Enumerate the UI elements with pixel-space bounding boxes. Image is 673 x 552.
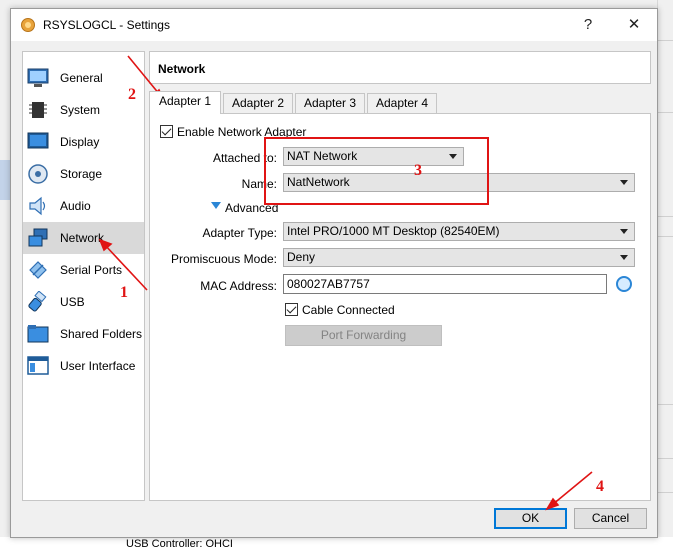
sidebar-item-label: Audio — [60, 199, 91, 213]
cable-connected-checkbox[interactable] — [285, 303, 298, 316]
annotation-number-4: 4 — [596, 478, 604, 495]
cable-connected-label: Cable Connected — [302, 303, 395, 317]
settings-dialog: RSYSLOGCL - Settings ? ✕ General System … — [10, 8, 658, 538]
chevron-down-icon — [449, 154, 457, 159]
sidebar-item-label: General — [60, 71, 103, 85]
close-button[interactable]: ✕ — [611, 9, 657, 41]
background-window-right — [657, 0, 673, 552]
sidebar-item-label: System — [60, 103, 101, 117]
speaker-icon — [29, 196, 46, 216]
virtualbox-icon — [21, 18, 35, 32]
sidebar-item-network[interactable]: Network — [23, 222, 144, 254]
sidebar-item-audio[interactable]: Audio — [23, 190, 144, 222]
sidebar-item-label: Display — [60, 135, 100, 149]
window-title: RSYSLOGCL - Settings — [43, 18, 170, 32]
network-name-select[interactable]: NatNetwork — [283, 173, 635, 192]
enable-adapter-label: Enable Network Adapter — [177, 125, 307, 139]
sidebar-item-user-interface[interactable]: User Interface — [23, 350, 144, 382]
tab-adapter-4[interactable]: Adapter 4 — [367, 93, 437, 113]
annotation-number-1: 1 — [120, 284, 128, 301]
name-label: Name: — [241, 177, 277, 191]
chevron-down-icon — [620, 255, 628, 260]
attached-to-label: Attached to: — [212, 151, 277, 165]
sidebar-item-label: Network — [60, 231, 105, 245]
annotation-number-2: 2 — [128, 86, 136, 103]
title-bar[interactable]: RSYSLOGCL - Settings ? ✕ — [11, 9, 657, 41]
sidebar-item-label: Shared Folders — [60, 327, 143, 341]
tab-adapter-2[interactable]: Adapter 2 — [223, 93, 293, 113]
sidebar-item-label: USB — [60, 295, 85, 309]
port-forwarding-button[interactable]: Port Forwarding — [285, 325, 442, 346]
network-name-value: NatNetwork — [287, 175, 350, 189]
promiscuous-mode-label: Promiscuous Mode: — [170, 252, 277, 266]
sidebar-item-serial-ports[interactable]: Serial Ports — [23, 254, 144, 286]
tab-adapter-1[interactable]: Adapter 1 — [149, 91, 221, 114]
page-title: Network — [158, 62, 206, 76]
adapter-type-value: Intel PRO/1000 MT Desktop (82540EM) — [287, 224, 500, 238]
adapter-type-select[interactable]: Intel PRO/1000 MT Desktop (82540EM) — [283, 222, 635, 241]
promiscuous-mode-value: Deny — [287, 250, 316, 264]
sidebar-item-label: Serial Ports — [60, 263, 123, 277]
window-icon — [27, 356, 49, 375]
promiscuous-mode-select[interactable]: Deny — [283, 248, 635, 267]
expand-triangle-icon[interactable] — [211, 202, 221, 209]
chevron-down-icon — [620, 229, 628, 234]
sidebar-item-general[interactable]: General — [23, 62, 144, 94]
background-status-row: USB Controller: OHCI — [0, 537, 673, 552]
folder-icon — [27, 325, 49, 343]
enable-adapter-checkbox[interactable] — [160, 125, 173, 138]
usb-icon — [28, 291, 47, 312]
monitor-icon — [27, 68, 49, 87]
settings-sidebar: General System Display Storage Audio Net… — [22, 51, 145, 501]
sidebar-item-shared-folders[interactable]: Shared Folders — [23, 318, 144, 350]
sidebar-item-label: User Interface — [60, 359, 136, 373]
help-button[interactable]: ? — [565, 9, 611, 41]
network-icon — [28, 228, 48, 247]
cancel-button[interactable]: Cancel — [574, 508, 647, 529]
disk-icon — [28, 164, 48, 184]
sidebar-item-storage[interactable]: Storage — [23, 158, 144, 190]
advanced-toggle[interactable]: Advanced — [225, 201, 278, 215]
mac-address-label: MAC Address: — [200, 279, 277, 293]
usb-controller-text: USB Controller: OHCI — [126, 538, 233, 550]
serial-port-icon — [29, 261, 47, 279]
adapter-panel — [149, 113, 651, 501]
mac-address-field[interactable]: 080027AB7757 — [283, 274, 607, 294]
annotation-number-3: 3 — [414, 162, 422, 179]
ok-button[interactable]: OK — [494, 508, 567, 529]
mac-address-value: 080027AB7757 — [287, 277, 370, 291]
chip-icon — [29, 102, 47, 118]
sidebar-item-label: Storage — [60, 167, 103, 181]
chevron-down-icon — [620, 180, 628, 185]
attached-to-select[interactable]: NAT Network — [283, 147, 464, 166]
adapter-type-label: Adapter Type: — [202, 226, 278, 240]
refresh-mac-icon[interactable] — [616, 276, 632, 292]
sidebar-item-system[interactable]: System — [23, 94, 144, 126]
page-header: Network — [149, 51, 651, 84]
attached-to-value: NAT Network — [287, 149, 358, 163]
display-icon — [27, 132, 49, 149]
sidebar-item-display[interactable]: Display — [23, 126, 144, 158]
tab-adapter-3[interactable]: Adapter 3 — [295, 93, 365, 113]
